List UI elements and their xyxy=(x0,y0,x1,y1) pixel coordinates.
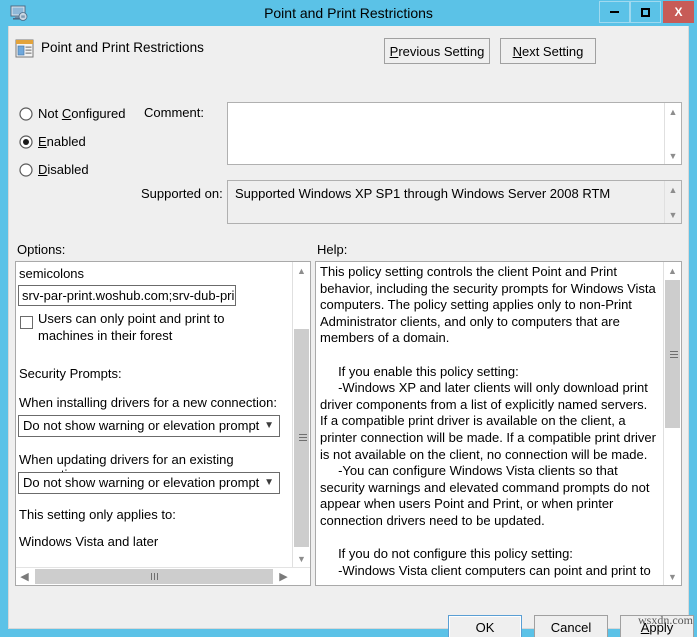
ok-button-label: OK xyxy=(475,620,495,635)
chevron-up-icon[interactable]: ▲ xyxy=(664,262,681,279)
dialog-window: Point and Print Restrictions Previous Se… xyxy=(8,26,694,637)
options-hscroll-thumb[interactable] xyxy=(35,569,273,584)
options-panel: semicolons srv-par-print.woshub.com;srv-… xyxy=(15,261,311,586)
applies-to-label: This setting only applies to: xyxy=(19,507,176,522)
supported-on-value: Supported Windows XP SP1 through Windows… xyxy=(235,186,611,201)
servers-input[interactable]: srv-par-print.woshub.com;srv-dub-print xyxy=(18,285,236,306)
comment-label: Comment: xyxy=(144,105,204,120)
radio-not-configured[interactable]: Not Configured xyxy=(38,106,125,121)
install-drivers-dropdown[interactable]: Do not show warning or elevation prompt … xyxy=(18,415,280,437)
forest-checkbox[interactable] xyxy=(20,316,33,329)
options-content: semicolons srv-par-print.woshub.com;srv-… xyxy=(16,262,293,567)
comment-textarea[interactable]: ▲ ▼ xyxy=(227,102,682,165)
grip-line xyxy=(153,573,155,580)
install-drivers-value: Do not show warning or elevation prompt xyxy=(23,418,260,433)
help-scroll-thumb[interactable] xyxy=(665,280,680,428)
chevron-up-icon[interactable]: ▲ xyxy=(665,181,681,198)
grip-line xyxy=(669,351,678,352)
forest-checkbox-label[interactable]: Users can only point and print to machin… xyxy=(38,310,268,344)
supported-on-label: Supported on: xyxy=(141,186,223,201)
maximize-icon xyxy=(641,7,650,17)
help-vertical-scrollbar[interactable]: ▲ ▼ xyxy=(663,262,681,585)
policy-setting-icon xyxy=(15,39,34,58)
options-label: Options: xyxy=(17,242,66,257)
title-bar: Point and Print Restrictions X xyxy=(0,0,697,26)
security-prompts-label: Security Prompts: xyxy=(19,366,122,381)
next-setting-button[interactable]: Next Setting xyxy=(500,38,596,64)
close-button[interactable]: X xyxy=(663,1,694,23)
policy-setting-title: Point and Print Restrictions xyxy=(41,40,204,55)
help-label: Help: xyxy=(317,242,348,257)
chevron-up-icon[interactable]: ▲ xyxy=(665,103,681,120)
help-text: This policy setting controls the client … xyxy=(320,264,656,583)
minimize-button[interactable] xyxy=(599,1,630,23)
chevron-down-icon[interactable]: ▼ xyxy=(293,550,310,567)
options-scroll-thumb[interactable] xyxy=(294,329,309,547)
semicolons-text: semicolons xyxy=(19,266,85,281)
grip-line xyxy=(298,437,307,438)
comment-scrollbar[interactable]: ▲ ▼ xyxy=(664,103,681,164)
supported-scrollbar[interactable]: ▲ ▼ xyxy=(664,181,681,223)
radio-enabled-label: Enabled xyxy=(38,134,86,149)
chevron-down-icon[interactable]: ▼ xyxy=(664,568,681,585)
maximize-button[interactable] xyxy=(630,1,661,23)
grip-line xyxy=(669,354,678,355)
window-title: Point and Print Restrictions xyxy=(264,5,433,21)
chevron-down-icon[interactable]: ▼ xyxy=(665,206,681,223)
cancel-button-label: Cancel xyxy=(550,620,592,635)
update-drivers-dropdown[interactable]: Do not show warning or elevation prompt … xyxy=(18,472,280,494)
chevron-down-icon[interactable]: ▼ xyxy=(665,147,681,164)
update-drivers-value: Do not show warning or elevation prompt xyxy=(23,475,260,490)
chevron-left-icon[interactable]: ◀ xyxy=(16,568,33,585)
close-icon: X xyxy=(674,5,683,19)
radio-disabled-label: Disabled xyxy=(38,162,89,177)
grip-line xyxy=(156,573,158,580)
chevron-down-icon[interactable]: ▼ xyxy=(264,416,274,436)
previous-setting-label: Previous Setting xyxy=(389,43,485,59)
radio-enabled[interactable]: Enabled xyxy=(38,134,86,149)
minimize-icon xyxy=(610,11,619,13)
chevron-down-icon[interactable]: ▼ xyxy=(264,473,274,493)
ok-button[interactable]: OK xyxy=(448,615,522,637)
watermark: wsxdn.com xyxy=(638,613,693,627)
options-horizontal-scrollbar[interactable]: ◀ ▶ xyxy=(16,567,310,585)
chevron-up-icon[interactable]: ▲ xyxy=(293,262,310,279)
chevron-right-icon[interactable]: ▶ xyxy=(275,568,292,585)
radio-not-configured-label: Not Configured xyxy=(38,106,126,121)
help-panel: This policy setting controls the client … xyxy=(315,261,682,586)
grip-line xyxy=(298,440,307,441)
next-setting-label: Next Setting xyxy=(512,43,584,59)
previous-setting-button[interactable]: Previous Setting xyxy=(384,38,490,64)
supported-on-box: Supported Windows XP SP1 through Windows… xyxy=(227,180,682,224)
options-vertical-scrollbar[interactable]: ▲ ▼ xyxy=(292,262,310,569)
install-drivers-label: When installing drivers for a new connec… xyxy=(19,395,277,410)
applies-to-value: Windows Vista and later xyxy=(19,534,159,549)
dialog-header: Point and Print Restrictions Previous Se… xyxy=(9,26,688,75)
grip-line xyxy=(298,434,307,435)
grip-line xyxy=(669,357,678,358)
cancel-button[interactable]: Cancel xyxy=(534,615,608,637)
grip-line xyxy=(150,573,152,580)
radio-disabled[interactable]: Disabled xyxy=(38,162,89,177)
